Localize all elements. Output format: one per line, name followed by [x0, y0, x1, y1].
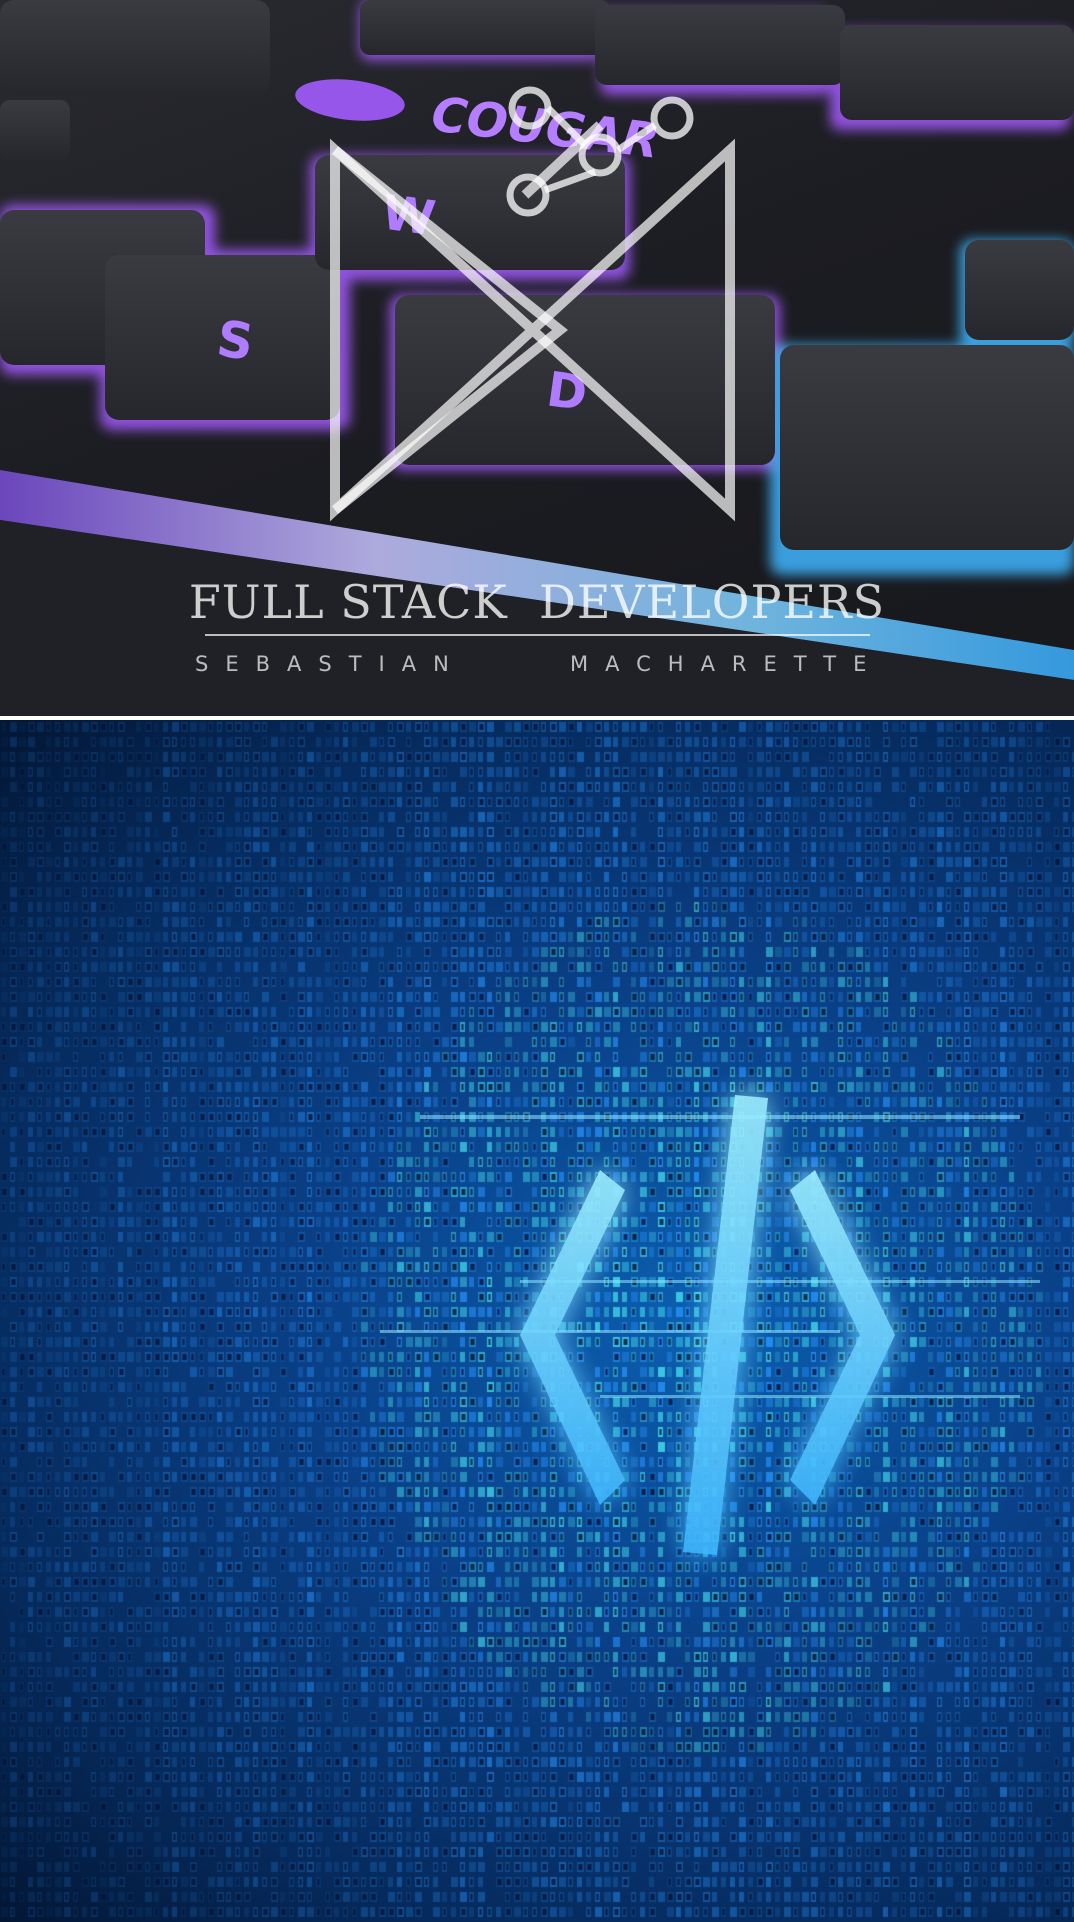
code-brackets-icon	[380, 1095, 1040, 1555]
keyboard-photo: W S D COUGAR FULL STACK DEVELOPERS SEBAS…	[0, 0, 1074, 716]
code-illustration	[0, 720, 1074, 1922]
left-angle-bracket-icon	[520, 1170, 625, 1505]
watermark-subtitle-last-name: MACHARETTE	[570, 652, 884, 676]
watermark-divider	[205, 634, 870, 636]
slash-icon	[683, 1095, 768, 1555]
watermark-subtitle-first-name: SEBASTIAN	[195, 652, 466, 676]
watermark-title: FULL STACK DEVELOPERS	[188, 575, 886, 629]
right-angle-bracket-icon	[790, 1170, 895, 1505]
